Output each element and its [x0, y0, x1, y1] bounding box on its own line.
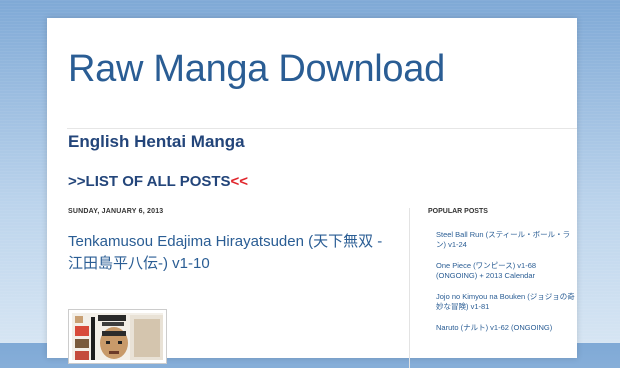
popular-post-link[interactable]: Naruto (ナルト) v1-62 (ONGOING)	[436, 323, 576, 333]
blog-page: Raw Manga Download English Hentai Manga …	[47, 18, 577, 368]
post-date-header: SUNDAY, JANUARY 6, 2013	[68, 208, 164, 215]
manga-cover-image	[72, 313, 163, 360]
header-divider	[67, 128, 577, 129]
post-title-link[interactable]: Tenkamusou Edajima Hirayatsuden (天下無双 -江…	[68, 231, 388, 275]
list-link-prefix: >>	[68, 173, 86, 190]
list-link-suffix: <<	[230, 173, 249, 190]
manga-cover-art	[72, 313, 163, 360]
list-of-all-posts-link[interactable]: >>LIST OF ALL POSTS<<	[68, 173, 248, 190]
blog-title[interactable]: Raw Manga Download	[68, 48, 445, 91]
popular-post-link[interactable]: One Piece (ワンピース) v1-68 (ONGOING) + 2013…	[436, 261, 576, 281]
popular-post-link[interactable]: Jojo no Kimyou na Bouken (ジョジョの奇妙な冒険) v1…	[436, 292, 576, 312]
popular-post-link[interactable]: Steel Ball Run (スティール・ボール・ラン) v1-24	[436, 230, 576, 250]
popular-posts-title: POPULAR POSTS	[428, 208, 488, 215]
sidebar-divider	[409, 208, 410, 368]
list-link-label: LIST OF ALL POSTS	[85, 173, 231, 190]
english-hentai-manga-link[interactable]: English Hentai Manga	[68, 132, 245, 152]
post-thumbnail[interactable]	[68, 309, 167, 364]
popular-posts-list: Steel Ball Run (スティール・ボール・ラン) v1-24 One …	[436, 230, 576, 344]
